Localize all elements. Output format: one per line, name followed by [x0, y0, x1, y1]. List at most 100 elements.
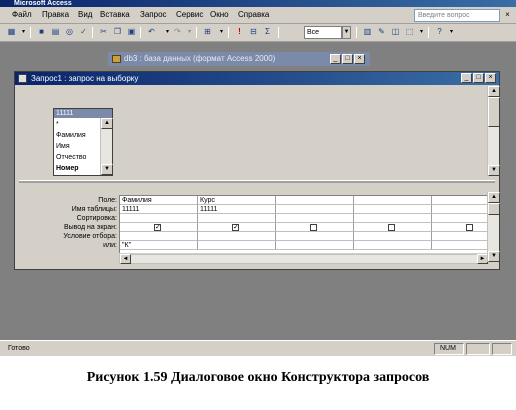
- spell-icon[interactable]: ✓: [78, 26, 89, 38]
- grid-cell-sort[interactable]: [120, 214, 198, 223]
- field-list-title[interactable]: 11111: [54, 109, 112, 118]
- grid-cell-criteria[interactable]: [198, 232, 276, 241]
- chevron-down-icon[interactable]: ▾: [416, 26, 427, 38]
- grid-vertical-scrollbar[interactable]: ▲ ▼: [487, 192, 500, 262]
- menu-help[interactable]: Справка: [238, 10, 269, 20]
- menu-edit[interactable]: Правка: [42, 10, 69, 20]
- maximize-icon[interactable]: □: [342, 54, 353, 64]
- grid-cell-table[interactable]: [354, 205, 432, 214]
- database-window-icon[interactable]: ◫: [390, 26, 401, 38]
- table-pane-scrollbar[interactable]: ▲ ▼: [487, 86, 500, 176]
- view-icon[interactable]: ▦: [6, 26, 17, 38]
- help-icon[interactable]: ?: [434, 26, 445, 38]
- scroll-down-icon[interactable]: ▼: [101, 164, 113, 175]
- menu-view[interactable]: Вид: [78, 10, 92, 20]
- menu-tools[interactable]: Сервис: [176, 10, 203, 20]
- build-icon[interactable]: ✎: [376, 26, 387, 38]
- new-object-icon[interactable]: ⬚: [404, 26, 415, 38]
- grid-cell-field[interactable]: [354, 196, 432, 205]
- query-window-titlebar[interactable]: Запрос1 : запрос на выборку _ □ ×: [15, 72, 499, 85]
- grid-cell-table[interactable]: [276, 205, 354, 214]
- grid-cell-or[interactable]: [276, 241, 354, 250]
- field-list-window[interactable]: 11111 * Фамилия Имя Отчество Номер ▲ ▼: [53, 108, 113, 176]
- grid-cell-table[interactable]: 11111: [198, 205, 276, 214]
- field-list-scrollbar[interactable]: ▲ ▼: [100, 118, 113, 175]
- scroll-thumb[interactable]: [488, 97, 500, 127]
- grid-cell-criteria[interactable]: [354, 232, 432, 241]
- menu-file[interactable]: Файл: [12, 10, 32, 20]
- grid-cell-criteria[interactable]: [276, 232, 354, 241]
- run-icon[interactable]: !: [234, 26, 245, 38]
- grid-cell-or[interactable]: [198, 241, 276, 250]
- show-checkbox[interactable]: ✓: [154, 224, 161, 231]
- close-icon[interactable]: ×: [485, 73, 496, 83]
- redo-icon[interactable]: ↷: [172, 26, 183, 38]
- table-pane[interactable]: 11111 * Фамилия Имя Отчество Номер ▲ ▼: [19, 86, 485, 176]
- minimize-icon[interactable]: _: [330, 54, 341, 64]
- grid-cell-sort[interactable]: [432, 214, 490, 223]
- minimize-icon[interactable]: _: [461, 73, 472, 83]
- top-values-combo[interactable]: Все: [304, 26, 342, 39]
- chevron-down-icon[interactable]: ▼: [342, 26, 351, 39]
- row-label-criteria: Условие отбора:: [63, 233, 117, 240]
- field-list-item[interactable]: *: [56, 120, 59, 129]
- menu-window[interactable]: Окно: [210, 10, 229, 20]
- grid-cell-field[interactable]: [276, 196, 354, 205]
- print-icon[interactable]: ▤: [50, 26, 61, 38]
- scroll-up-icon[interactable]: ▲: [488, 86, 500, 97]
- show-table-icon[interactable]: ⊟: [248, 26, 259, 38]
- row-label-field: Поле:: [98, 197, 117, 204]
- grid-cell-sort[interactable]: [198, 214, 276, 223]
- grid-cell-field[interactable]: Курс: [198, 196, 276, 205]
- query-grid[interactable]: Фамилия 11111 ✓ "К" Курс 11111 ✓: [119, 195, 490, 253]
- scroll-up-icon[interactable]: ▲: [488, 192, 500, 203]
- copy-icon[interactable]: ❐: [112, 26, 123, 38]
- maximize-icon[interactable]: □: [473, 73, 484, 83]
- query-type-icon[interactable]: ⊞: [202, 26, 213, 38]
- properties-icon[interactable]: ▥: [362, 26, 373, 38]
- field-list-item[interactable]: Имя: [56, 142, 70, 151]
- chevron-down-icon[interactable]: ▾: [216, 26, 227, 38]
- menu-insert[interactable]: Вставка: [100, 10, 130, 20]
- paste-icon[interactable]: ▣: [126, 26, 137, 38]
- field-list-item[interactable]: Номер: [56, 164, 79, 173]
- grid-cell-field[interactable]: Фамилия: [120, 196, 198, 205]
- grid-cell-or[interactable]: [432, 241, 490, 250]
- show-checkbox[interactable]: [310, 224, 317, 231]
- pane-splitter[interactable]: [19, 180, 495, 183]
- menu-query[interactable]: Запрос: [140, 10, 167, 20]
- close-icon[interactable]: ×: [501, 9, 514, 22]
- grid-cell-criteria[interactable]: [432, 232, 490, 241]
- chevron-down-icon[interactable]: ▾: [18, 26, 29, 38]
- grid-cell-field[interactable]: [432, 196, 490, 205]
- grid-horizontal-scrollbar[interactable]: ◄ ►: [119, 254, 489, 264]
- show-checkbox[interactable]: [466, 224, 473, 231]
- grid-cell-sort[interactable]: [276, 214, 354, 223]
- close-icon[interactable]: ×: [354, 54, 365, 64]
- scroll-thumb[interactable]: [488, 203, 500, 215]
- show-checkbox[interactable]: ✓: [232, 224, 239, 231]
- status-bar: Готово NUM: [0, 340, 516, 356]
- chevron-down-icon[interactable]: ▾: [446, 26, 457, 38]
- chevron-down-icon[interactable]: ▾: [184, 26, 195, 38]
- scroll-down-icon[interactable]: ▼: [488, 165, 500, 176]
- field-list-item[interactable]: Фамилия: [56, 131, 86, 140]
- grid-cell-or[interactable]: "К": [120, 241, 198, 250]
- show-checkbox[interactable]: [388, 224, 395, 231]
- scroll-up-icon[interactable]: ▲: [101, 118, 113, 129]
- help-search-input[interactable]: Введите вопрос: [414, 9, 500, 22]
- field-list-item[interactable]: Отчество: [56, 153, 86, 162]
- scroll-down-icon[interactable]: ▼: [488, 251, 500, 262]
- grid-cell-criteria[interactable]: [120, 232, 198, 241]
- totals-icon[interactable]: Σ: [262, 26, 273, 38]
- undo-icon[interactable]: ↶: [146, 26, 157, 38]
- scroll-left-icon[interactable]: ◄: [120, 254, 131, 264]
- grid-cell-table[interactable]: 11111: [120, 205, 198, 214]
- grid-cell-table[interactable]: [432, 205, 490, 214]
- save-icon[interactable]: ■: [36, 26, 47, 38]
- preview-icon[interactable]: ◎: [64, 26, 75, 38]
- grid-cell-sort[interactable]: [354, 214, 432, 223]
- database-window-titlebar[interactable]: db3 : база данных (формат Access 2000) _…: [108, 52, 370, 66]
- cut-icon[interactable]: ✂: [98, 26, 109, 38]
- grid-cell-or[interactable]: [354, 241, 432, 250]
